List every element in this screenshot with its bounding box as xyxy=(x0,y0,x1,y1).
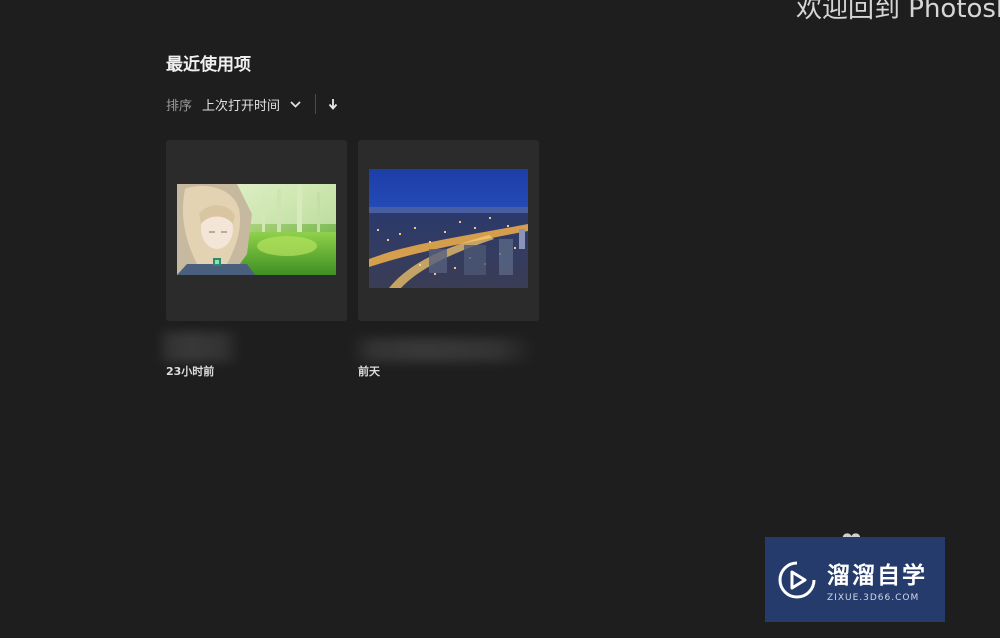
sort-divider xyxy=(315,94,317,114)
arrow-down-icon xyxy=(328,99,338,110)
sort-dropdown[interactable]: 上次打开时间 xyxy=(202,95,301,114)
file-thumbnail-city-night xyxy=(369,169,528,288)
blurred-file-name xyxy=(350,338,535,362)
watermark-badge: 溜溜自学 ZIXUE.3D66.COM xyxy=(765,537,945,622)
recent-section-title: 最近使用项 xyxy=(166,55,251,75)
sort-bar: 排序 上次打开时间 xyxy=(166,93,338,115)
watermark-name: 溜溜自学 xyxy=(827,563,927,589)
file-time: 前天 xyxy=(358,365,380,378)
watermark-url: ZIXUE.3D66.COM xyxy=(827,593,920,603)
chevron-down-icon xyxy=(290,100,301,108)
blurred-file-name xyxy=(158,332,240,362)
sort-label: 排序 xyxy=(166,98,193,114)
sort-selected-value: 上次打开时间 xyxy=(202,98,281,114)
recent-file-card[interactable] xyxy=(358,140,539,321)
recent-file-card[interactable] xyxy=(166,140,347,321)
file-time: 23小时前 xyxy=(166,365,215,378)
file-thumbnail-anime-girl xyxy=(177,184,336,275)
welcome-title: 欢迎回到 Photoshop xyxy=(796,0,1000,24)
play-logo-icon xyxy=(778,561,816,598)
sort-direction-button[interactable] xyxy=(328,98,338,110)
watermark-text: 溜溜自学 ZIXUE.3D66.COM xyxy=(827,556,927,603)
